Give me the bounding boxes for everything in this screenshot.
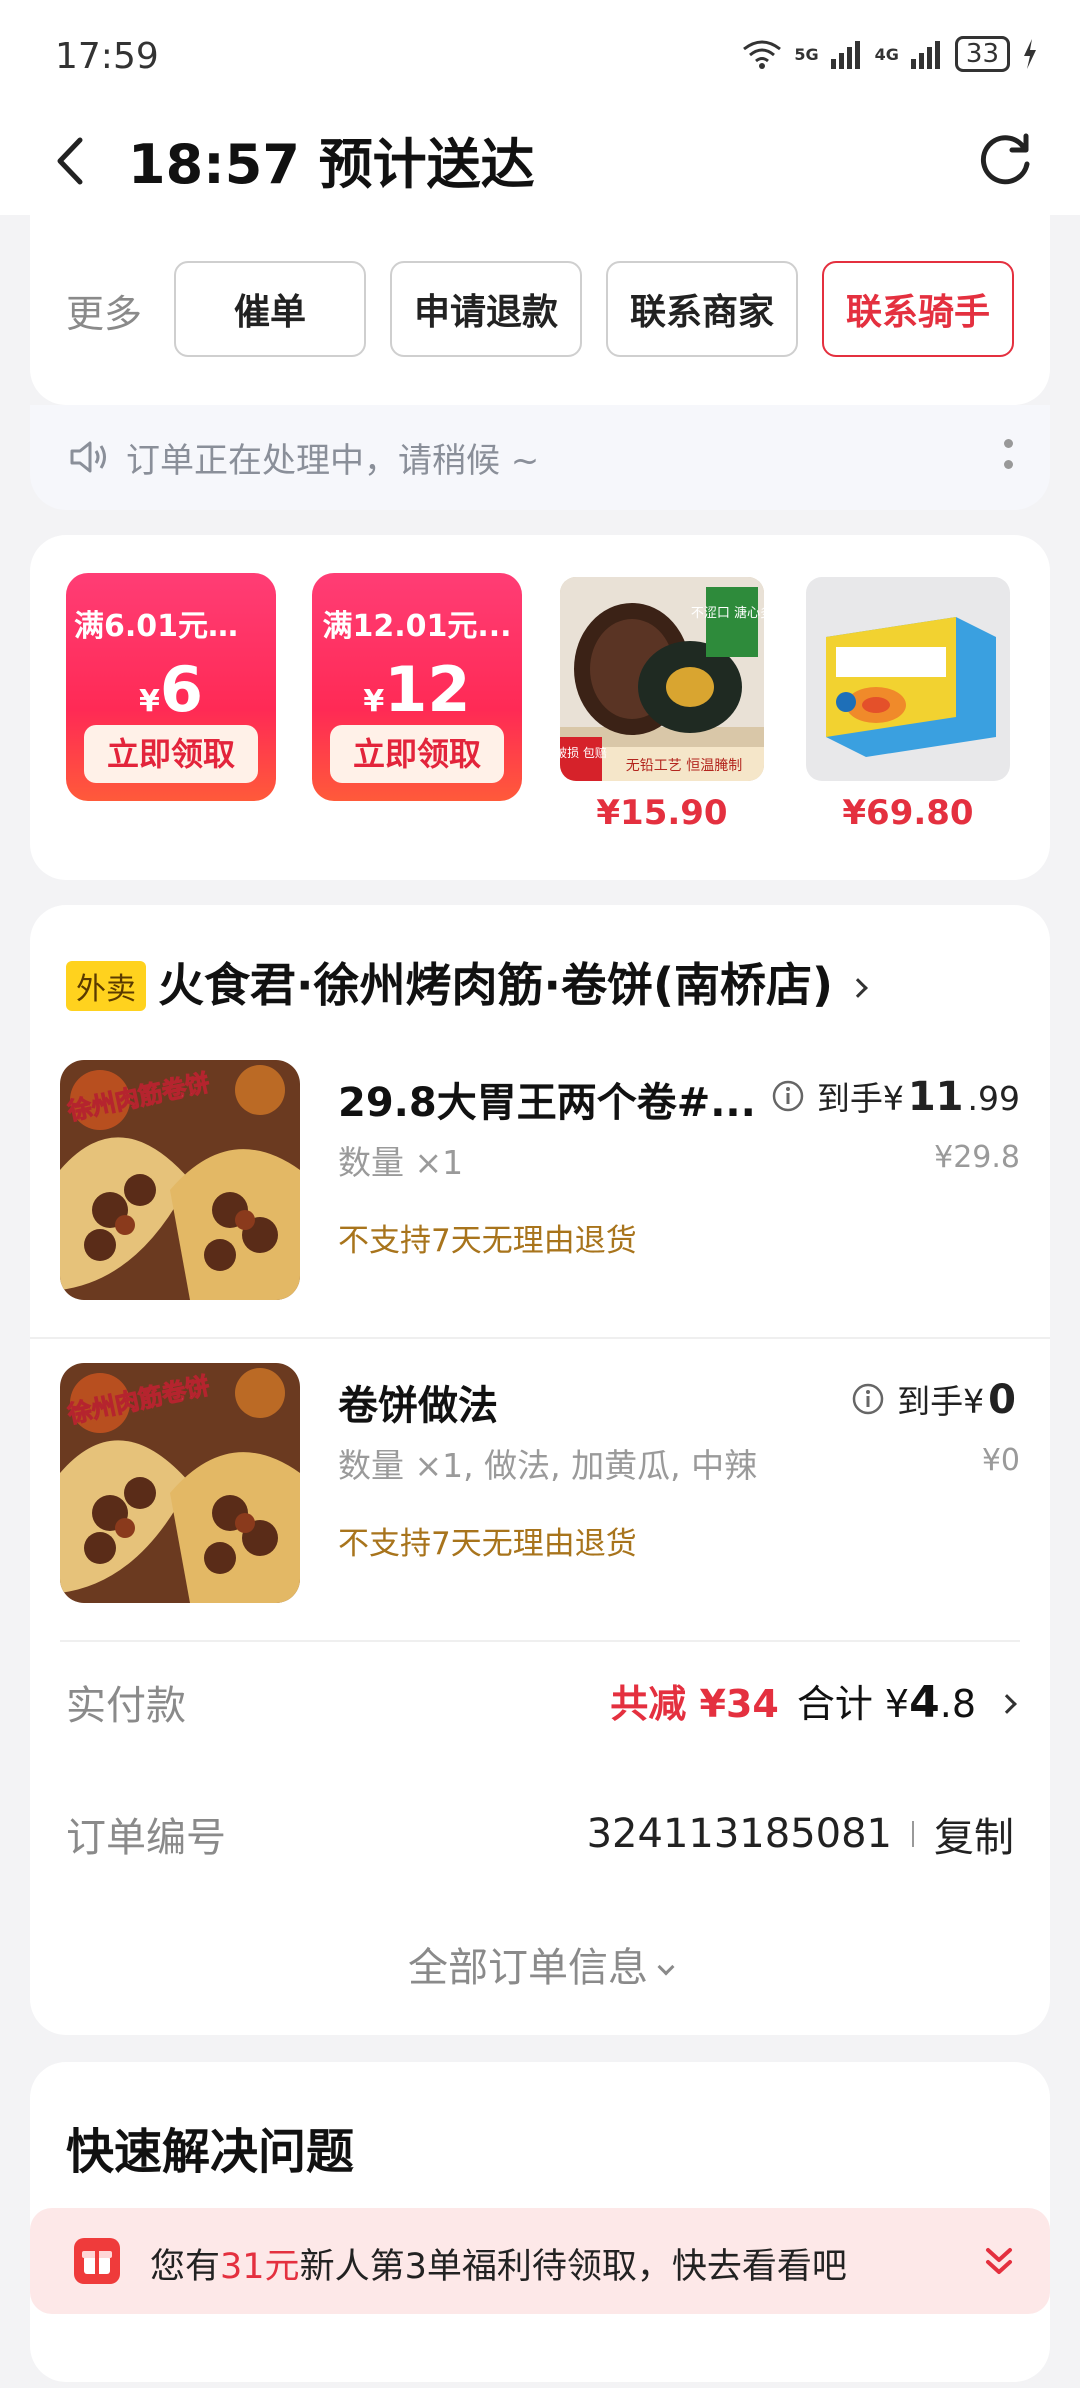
divider [60, 1640, 1020, 1642]
wifi-icon [743, 40, 782, 69]
order-number: 324113185081 [586, 1811, 892, 1857]
order-actions-card: 更多 催单 申请退款 联系商家 联系骑手 [30, 215, 1050, 405]
network-4g-label: 4G [874, 44, 899, 64]
item-original-price: ¥29.8 [934, 1140, 1020, 1175]
chevron-right-icon [848, 978, 868, 998]
order-number-row: 324113185081 复制 [587, 1805, 1014, 1863]
order-item[interactable]: 徐州肉筋卷饼 卷饼做法 到手¥ 0 数量 ×1, 做法, 加黄瓜, 中辣 ¥0 不… [30, 1363, 1050, 1603]
order-details-card: 外卖 火食君·徐州烤肉筋·卷饼(南桥店) 徐州肉筋卷饼 29.8大胃王两个卷#.… [30, 905, 1050, 2035]
claim-coupon-button[interactable]: 立即领取 [330, 725, 504, 783]
info-icon[interactable] [851, 1382, 885, 1416]
more-options-icon[interactable] [1004, 439, 1014, 479]
item-quantity: 数量 ×1, 做法, 加黄瓜, 中辣 [338, 1446, 758, 1485]
status-time: 17:59 [55, 36, 159, 77]
page-title: 18:57 预计送达 [128, 133, 535, 196]
order-status-notice: 订单正在处理中，请稍候 ~ [30, 405, 1050, 510]
quick-help-title: 快速解决问题 [66, 2124, 355, 2180]
item-original-price: ¥0 [981, 1443, 1020, 1478]
chevron-down-icon [657, 1958, 675, 1976]
item-name: 卷饼做法 [338, 1383, 498, 1429]
product-price: ¥69.80 [842, 793, 974, 833]
banner-highlight: 31元 [220, 2247, 300, 2287]
contact-merchant-button[interactable]: 联系商家 [606, 261, 798, 357]
product-card-eggs[interactable]: 不涩口 溏心多 破损 包赔 无铅工艺 恒温腌制 ¥15.90 [560, 577, 764, 833]
chevron-right-icon [997, 1694, 1017, 1714]
promo-card: 满6.01元可... ¥6 立即领取 满12.01元... ¥12 立即领取 不… [30, 535, 1050, 880]
refresh-icon[interactable] [970, 124, 1040, 194]
item-name: 29.8大胃王两个卷#... [338, 1080, 756, 1126]
coupon-amount: ¥6 [138, 653, 203, 726]
product-price: ¥15.90 [596, 793, 728, 833]
new-user-banner[interactable]: 您有31元新人第3单福利待领取，快去看看吧 [30, 2208, 1050, 2314]
info-icon[interactable] [771, 1079, 805, 1113]
back-icon[interactable] [44, 126, 104, 196]
coupon-card[interactable]: 满12.01元... ¥12 立即领取 [312, 573, 522, 801]
battery-indicator: 33 [954, 36, 1010, 72]
signal-icon-2 [910, 41, 940, 69]
divider [30, 1337, 1050, 1339]
signal-icon [830, 41, 860, 69]
svg-text:无铅工艺 恒温腌制: 无铅工艺 恒温腌制 [626, 758, 742, 774]
paid-summary[interactable]: 共减 ¥34 合计 ¥4.8 [610, 1673, 1017, 1728]
store-name-link[interactable]: 火食君·徐州烤肉筋·卷饼(南桥店) [158, 949, 868, 1015]
product-image: 不涩口 溏心多 破损 包赔 无铅工艺 恒温腌制 [560, 577, 764, 781]
discount-total: 共减 ¥34 [610, 1682, 779, 1726]
product-card-egg-box[interactable]: ¥69.80 [806, 577, 1010, 833]
paid-total: 合计 ¥4.8 [796, 1677, 976, 1728]
gift-icon [74, 2238, 120, 2284]
copy-button[interactable]: 复制 [934, 1805, 1014, 1863]
svg-text:不涩口 溏心多: 不涩口 溏心多 [691, 605, 764, 621]
double-chevron-down-icon[interactable] [984, 2242, 1014, 2282]
separator [912, 1821, 914, 1847]
delivery-tag: 外卖 [66, 961, 146, 1011]
urge-order-button[interactable]: 催单 [174, 261, 366, 357]
item-price: 到手¥ 0 [851, 1375, 1020, 1423]
return-policy-note: 不支持7天无理由退货 [338, 1526, 637, 1562]
claim-coupon-button[interactable]: 立即领取 [84, 725, 258, 783]
request-refund-button[interactable]: 申请退款 [390, 261, 582, 357]
item-quantity: 数量 ×1 [338, 1143, 464, 1182]
contact-rider-button[interactable]: 联系骑手 [822, 261, 1014, 357]
item-image: 徐州肉筋卷饼 [60, 1060, 300, 1300]
charging-icon [1024, 39, 1036, 69]
product-image [806, 577, 1010, 781]
coupon-amount: ¥12 [363, 653, 471, 726]
coupon-condition: 满12.01元... [322, 609, 512, 644]
speaker-icon [70, 441, 106, 473]
more-label: 更多 [66, 292, 143, 336]
banner-text: 您有31元新人第3单福利待领取，快去看看吧 [150, 2247, 847, 2287]
coupon-condition: 满6.01元可... [74, 609, 268, 644]
order-number-label: 订单编号 [66, 1815, 226, 1861]
all-order-info-toggle[interactable]: 全部订单信息 [30, 1935, 1050, 1993]
header: 18:57 预计送达 [0, 110, 1080, 215]
paid-label: 实付款 [66, 1683, 186, 1729]
status-bar: 17:59 5G 4G 33 [0, 0, 1080, 110]
item-price: 到手¥ 11.99 [771, 1072, 1020, 1120]
svg-text:破损 包赔: 破损 包赔 [560, 745, 607, 760]
return-policy-note: 不支持7天无理由退货 [338, 1223, 637, 1259]
order-item[interactable]: 徐州肉筋卷饼 29.8大胃王两个卷#... 到手¥ 11.99 数量 ×1 ¥29… [30, 1060, 1050, 1300]
item-image: 徐州肉筋卷饼 [60, 1363, 300, 1603]
status-icons: 5G 4G 33 [742, 36, 1038, 72]
notice-text: 订单正在处理中，请稍候 ~ [126, 441, 540, 481]
coupon-card[interactable]: 满6.01元可... ¥6 立即领取 [66, 573, 276, 801]
network-5g-label: 5G [794, 44, 819, 64]
